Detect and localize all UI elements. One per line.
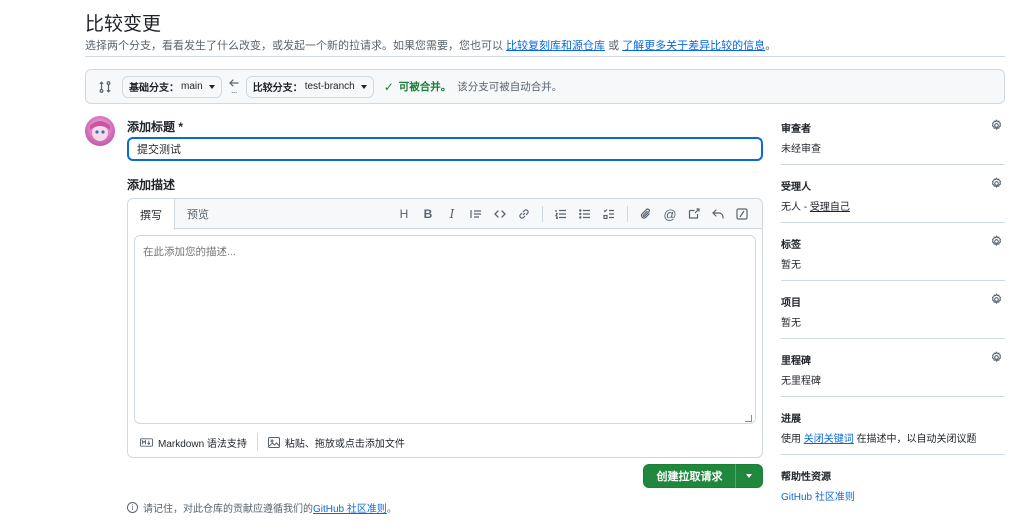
page-subtitle: 选择两个分支，看看发生了什么改变，或发起一个新的拉请求。如果您需要，您也可以 比… [85, 37, 776, 53]
note-suffix: 。 [386, 504, 397, 515]
bold-icon[interactable]: B [416, 203, 440, 225]
milestone-value: 无里程碑 [781, 376, 821, 387]
sidebar-milestone: 里程碑 无里程碑 [781, 343, 1005, 397]
development-suffix: 在描述中，以自动关闭议题 [856, 434, 977, 445]
sidebar-assignees: 受理人 无人 - 受理自己 [781, 169, 1005, 223]
title-input[interactable] [127, 137, 763, 161]
markdown-support-text: Markdown 语法支持 [158, 438, 247, 450]
community-guidelines-sidebar-link[interactable]: GitHub 社区准则 [781, 492, 855, 503]
merge-status-label: 可被合并。 [398, 81, 452, 93]
base-branch-select[interactable]: 基础分支： main [122, 75, 222, 98]
avatar [85, 116, 115, 146]
subtitle-or: 或 [608, 40, 620, 52]
reviewers-value: 未经审查 [781, 144, 821, 155]
sidebar-reviewers: 审查者 未经审查 [781, 111, 1005, 165]
title-label: 添加标题 * [127, 120, 184, 134]
cross-repo-compare-link[interactable]: 比较复刻库和源仓库 [506, 40, 605, 52]
gear-icon[interactable] [990, 293, 1003, 306]
description-textarea[interactable] [134, 235, 756, 424]
toolbar-divider [627, 206, 628, 222]
base-branch-label: 基础分支： [129, 83, 179, 94]
markdown-icon [140, 437, 153, 447]
cross-reference-icon[interactable] [682, 203, 706, 225]
learn-more-diff-link[interactable]: 了解更多关于差异比较的信息 [622, 40, 765, 52]
chevron-down-icon [360, 84, 367, 89]
editor-footer: Markdown 语法支持 粘贴、拖放或点击添加文件 [140, 433, 405, 451]
gear-icon[interactable] [990, 177, 1003, 190]
slash-command-icon[interactable] [730, 203, 754, 225]
attachment-icon[interactable] [634, 203, 658, 225]
page-title: 比较变更 [85, 14, 162, 35]
create-options-dropdown[interactable] [736, 474, 762, 478]
helpful-resources-value: GitHub 社区准则 [781, 488, 855, 503]
milestone-title: 里程碑 [781, 356, 811, 367]
gear-icon[interactable] [990, 351, 1003, 364]
sidebar-development: 进展 使用 关闭关键词 在描述中，以自动关闭议题 [781, 401, 1005, 455]
community-guidelines-link[interactable]: GitHub 社区准则 [313, 500, 387, 515]
development-title: 进展 [781, 414, 801, 425]
labels-value: 暂无 [781, 260, 801, 271]
resize-handle[interactable] [745, 415, 752, 422]
info-icon: i [127, 502, 138, 513]
quote-icon[interactable] [464, 203, 488, 225]
attach-files-text: 粘贴、拖放或点击添加文件 [284, 438, 405, 450]
assignees-value: 无人 - 受理自己 [781, 198, 850, 213]
italic-icon[interactable]: I [440, 203, 464, 225]
labels-title: 标签 [781, 240, 801, 251]
left-arrow-icon: ··· [226, 76, 242, 98]
markdown-support-link[interactable]: Markdown 语法支持 [140, 435, 247, 450]
markdown-toolbar: H B I @ [392, 199, 754, 229]
projects-value: 暂无 [781, 318, 801, 329]
subtitle-text: 选择两个分支，看看发生了什么改变，或发起一个新的拉请求。如果您需要，您也可以 [85, 40, 503, 52]
subtitle-suffix: 。 [765, 40, 777, 52]
merge-status: ✓ 可被合并。 该分支可被自动合并。 [384, 79, 563, 94]
gear-icon[interactable] [990, 119, 1003, 132]
reviewers-title: 审查者 [781, 124, 811, 135]
sidebar-projects: 项目 暂无 [781, 285, 1005, 339]
check-icon: ✓ [383, 79, 394, 94]
gear-icon[interactable] [990, 235, 1003, 248]
attach-files-link[interactable]: 粘贴、拖放或点击添加文件 [267, 435, 405, 450]
compare-bar: 基础分支： main ··· 比较分支： test-branch ✓ 可被合并。… [85, 69, 1005, 104]
task-list-icon[interactable] [597, 203, 621, 225]
closing-keywords-link[interactable]: 关闭关键词 [804, 434, 854, 445]
link-icon[interactable] [512, 203, 536, 225]
unordered-list-icon[interactable] [573, 203, 597, 225]
toolbar-divider [542, 206, 543, 222]
code-icon[interactable] [488, 203, 512, 225]
image-icon [267, 436, 280, 448]
development-value: 使用 关闭关键词 在描述中，以自动关闭议题 [781, 430, 977, 445]
tab-preview[interactable]: 预览 [175, 199, 221, 229]
compare-branch-select[interactable]: 比较分支： test-branch [245, 75, 374, 98]
chevron-down-icon [208, 84, 215, 89]
merge-status-desc: 该分支可被自动合并。 [457, 81, 563, 93]
footer-divider [256, 433, 258, 451]
assignees-none: 无人 - [781, 202, 810, 213]
editor-header: 撰写 预览 H B I @ [128, 199, 762, 230]
base-branch-value: main [181, 81, 203, 92]
compare-branch-value: test-branch [304, 81, 355, 92]
helpful-resources-title: 帮助性资源 [781, 472, 831, 483]
create-pull-request-button-group: 创建拉取请求 [643, 464, 763, 488]
mention-icon[interactable]: @ [658, 203, 682, 225]
compare-arrows-icon [98, 80, 112, 94]
assignees-title: 受理人 [781, 182, 811, 193]
description-editor: 撰写 预览 H B I @ 在此添加您的描述... Markdown 语法支持 … [127, 198, 763, 458]
sidebar-helpful-resources: 帮助性资源 GitHub 社区准则 [781, 459, 1005, 513]
assign-yourself-link[interactable]: 受理自己 [810, 202, 850, 213]
tab-write[interactable]: 撰写 [128, 199, 175, 230]
create-pull-request-button[interactable]: 创建拉取请求 [644, 468, 735, 484]
sidebar-labels: 标签 暂无 [781, 227, 1005, 281]
projects-title: 项目 [781, 298, 801, 309]
note-text: 请记住，对此仓库的贡献应遵循我们的 [143, 504, 313, 515]
compare-branch-label: 比较分支： [252, 83, 303, 94]
development-prefix: 使用 [781, 434, 801, 445]
chevron-down-icon [746, 474, 752, 478]
ordered-list-icon[interactable] [549, 203, 573, 225]
community-guidelines-note: i 请记住，对此仓库的贡献应遵循我们的 GitHub 社区准则。 [127, 500, 397, 515]
heading-icon[interactable]: H [392, 203, 416, 225]
title-divider [85, 56, 1005, 57]
reply-icon[interactable] [706, 203, 730, 225]
description-label: 添加描述 [127, 178, 176, 192]
